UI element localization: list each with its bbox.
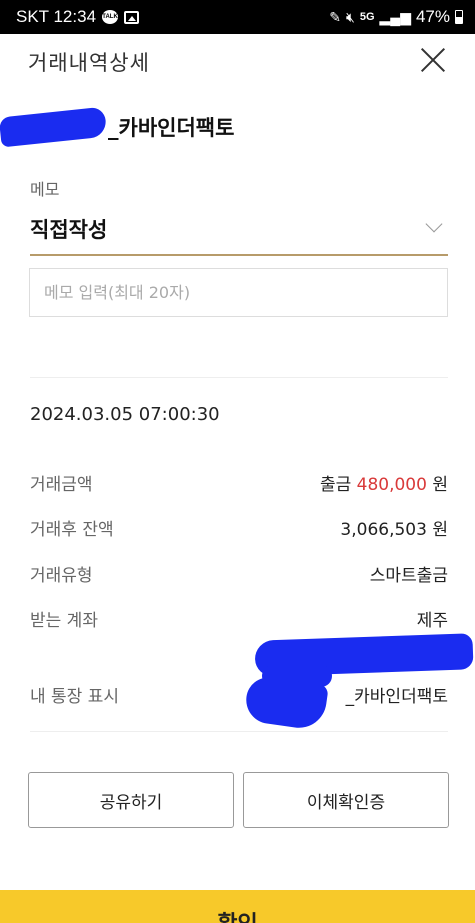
status-bar-left: SKT 12:34 TALK: [16, 7, 140, 27]
amount-value: 출금 480,000 원: [320, 470, 448, 495]
counterparty-name-text: _카바인더팩토: [108, 116, 235, 140]
my-passbook-value: _카바인더팩토: [345, 687, 448, 707]
balance-label: 거래후 잔액: [30, 520, 114, 540]
transfer-certificate-button[interactable]: 이체확인증: [243, 772, 449, 828]
transaction-datetime: 2024.03.05 07:00:30: [30, 404, 220, 425]
mute-icon: 🔇︎: [346, 9, 355, 25]
detail-row-my-passbook: 내 통장 표시 _카바인더팩토: [30, 682, 448, 708]
memo-type-selected: 직접작성: [30, 218, 108, 242]
my-passbook-label: 내 통장 표시: [30, 687, 120, 707]
status-bar: SKT 12:34 TALK ✎ 🔇︎ 5G ▂▄▆ 47%: [0, 0, 475, 34]
memo-label: 메모: [30, 180, 60, 199]
signal-icon: ▂▄▆: [379, 9, 411, 25]
divider: [30, 731, 448, 732]
edit-icon: ✎: [329, 9, 341, 25]
balance-unit: 원: [432, 520, 448, 540]
confirm-button[interactable]: 확인: [0, 890, 475, 923]
receiving-account-value: 제주: [416, 611, 448, 631]
balance-amount: 3,066,503: [340, 520, 427, 540]
close-icon[interactable]: [419, 46, 447, 74]
receiving-account-label: 받는 계좌: [30, 611, 98, 631]
detail-row-receiving-account: 받는 계좌 제주: [30, 606, 448, 632]
divider: [30, 377, 448, 378]
battery-percent: 47%: [415, 7, 450, 26]
type-value: 스마트출금: [369, 566, 448, 586]
carrier-time: SKT 12:34: [16, 7, 97, 26]
share-button[interactable]: 공유하기: [28, 772, 234, 828]
balance-value: 3,066,503 원: [340, 515, 448, 540]
battery-icon: [455, 10, 463, 24]
type-label: 거래유형: [30, 566, 93, 586]
detail-row-amount: 거래금액 출금 480,000 원: [30, 470, 448, 496]
amount-label: 거래금액: [30, 475, 93, 495]
memo-input[interactable]: [29, 268, 448, 317]
page-title: 거래내역상세: [28, 51, 150, 75]
detail-row-balance: 거래후 잔액 3,066,503 원: [30, 515, 448, 541]
network-type: 5G: [359, 11, 375, 23]
confirm-button-label: 확인: [0, 906, 475, 923]
redaction-mark: [0, 106, 108, 148]
kakaotalk-icon: TALK: [102, 10, 119, 24]
memo-type-dropdown[interactable]: 직접작성: [30, 204, 448, 256]
chevron-down-icon: [425, 215, 443, 233]
withdraw-amount: 480,000: [356, 475, 427, 495]
counterparty-name: _카바인더팩토: [0, 106, 235, 148]
image-notification-icon: [124, 10, 140, 24]
status-bar-right: ✎ 🔇︎ 5G ▂▄▆ 47%: [329, 7, 463, 27]
amount-prefix: 출금: [319, 475, 352, 495]
amount-unit: 원: [432, 475, 448, 495]
detail-row-type: 거래유형 스마트출금: [30, 561, 448, 587]
